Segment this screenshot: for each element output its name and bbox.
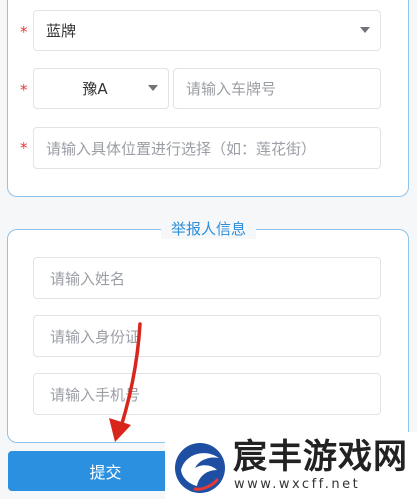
phone-input[interactable]: 请输入手机号	[33, 373, 381, 415]
dragon-logo-icon	[175, 443, 225, 493]
caret-down-icon	[360, 27, 370, 33]
required-mark: *	[20, 81, 28, 99]
name-input[interactable]: 请输入姓名	[33, 257, 381, 299]
watermark-title: 宸丰游戏网	[233, 437, 408, 477]
required-mark: *	[20, 139, 28, 157]
plate-color-value: 蓝牌	[46, 22, 77, 40]
caret-down-icon	[148, 85, 158, 91]
name-placeholder: 请输入姓名	[50, 269, 126, 288]
plate-color-select[interactable]: 蓝牌	[33, 10, 381, 51]
annotation-arrow-icon	[109, 322, 142, 442]
plate-prefix-select[interactable]: 豫A	[33, 68, 169, 109]
id-card-input[interactable]: 请输入身份证	[33, 315, 381, 357]
watermark-url: www.wxcff.net	[234, 477, 361, 492]
location-input[interactable]: 请输入具体位置进行选择（如：莲花街）	[33, 127, 381, 169]
plate-number-placeholder: 请输入车牌号	[186, 80, 277, 98]
required-mark: *	[20, 23, 28, 41]
plate-number-input[interactable]: 请输入车牌号	[173, 68, 381, 109]
plate-prefix-value: 豫A	[82, 80, 108, 98]
location-placeholder: 请输入具体位置进行选择（如：莲花街）	[46, 139, 317, 158]
